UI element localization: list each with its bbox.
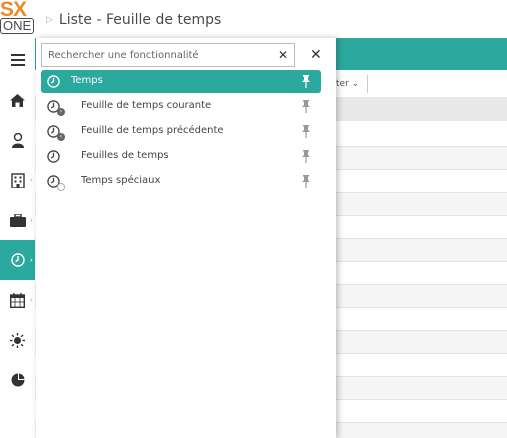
sidebar-item-building[interactable]: › [0,160,35,200]
search-box: ✕ [41,43,295,67]
next-icon: › [57,108,65,116]
clock-icon [47,75,60,88]
pin-icon[interactable] [301,175,311,188]
feature-item-special-time[interactable]: · Temps spéciaux [41,170,321,193]
clock-icon [10,253,25,267]
app-root: SX ONE ▷ Liste - Feuille de temps ter ⌄ [0,0,507,438]
sidebar-item-time[interactable]: › [0,240,35,280]
app-logo[interactable]: SX ONE [0,0,36,36]
chevron-right-icon: › [29,255,33,265]
feature-item-label: Temps [71,75,103,86]
clear-icon[interactable]: ✕ [278,49,288,61]
page-title: Liste - Feuille de temps [58,12,222,28]
sidebar-item-home[interactable] [0,80,35,120]
timer-icon: · [57,183,65,191]
feature-item-label: Feuille de temps courante [81,100,212,111]
feature-item-label: Feuille de temps précédente [81,125,224,136]
close-icon[interactable]: ✕ [310,48,322,62]
logo-text-bottom: ONE [0,18,35,34]
feature-item-current-timesheet[interactable]: › Feuille de temps courante [41,95,321,118]
breadcrumb-caret-icon: ▷ [46,15,53,25]
sidebar-item-chart[interactable] [0,360,35,400]
feature-item-label: Temps spéciaux [81,175,161,186]
user-icon [11,132,24,148]
building-icon [10,172,25,188]
pin-icon[interactable] [301,100,311,113]
content-toolbar: ter ⌄ [336,73,369,95]
chevron-right-icon: › [29,215,33,225]
sidebar-item-user[interactable] [0,120,35,160]
hamburger-icon [10,54,25,66]
sidebar-item-briefcase[interactable]: › [0,200,35,240]
sidebar-item-menu[interactable] [0,40,35,80]
sun-icon [10,332,25,348]
feature-item-previous-timesheet[interactable]: ‹ Feuille de temps précédente [41,120,321,143]
toolbar-divider [367,75,369,93]
feature-item-timesheets[interactable]: Feuilles de temps [41,145,321,168]
filter-dropdown-label: ter [336,79,349,89]
sidebar-item-calendar[interactable]: › [0,280,35,320]
feature-search-panel: ✕ ✕ Temps › Feuille de temps courante ‹ … [36,38,336,438]
chevron-right-icon: › [29,175,33,185]
pin-icon[interactable] [301,150,311,163]
pin-icon[interactable] [301,125,311,138]
previous-icon: ‹ [57,133,65,141]
home-icon [10,93,25,107]
chevron-right-icon: › [29,295,33,305]
breadcrumb: ▷ Liste - Feuille de temps [46,10,221,30]
filter-dropdown[interactable]: ter ⌄ [336,79,359,89]
clock-icon [47,150,60,163]
sidebar-item-sun[interactable] [0,320,35,360]
pin-icon[interactable] [301,75,311,88]
feature-item-temps[interactable]: Temps [41,70,321,93]
chevron-down-icon: ⌄ [351,79,360,89]
briefcase-icon [9,213,26,227]
search-input[interactable] [48,45,268,65]
calendar-icon [10,292,25,308]
pie-chart-icon [11,373,24,387]
feature-item-label: Feuilles de temps [81,150,169,161]
